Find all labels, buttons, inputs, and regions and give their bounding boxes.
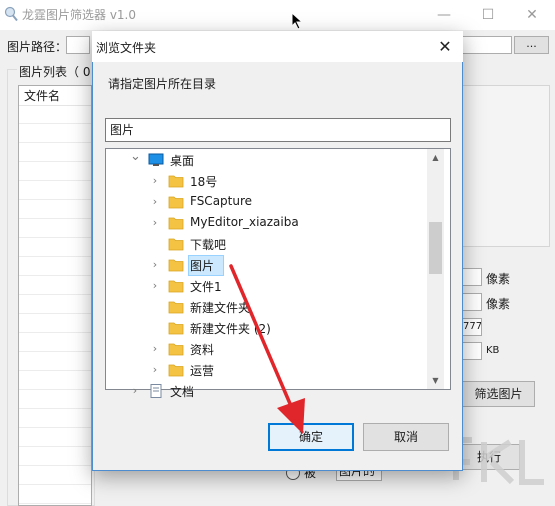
dialog-instruction: 请指定图片所在目录: [108, 77, 217, 91]
tree-item-label: 文件1: [190, 280, 222, 294]
width-input[interactable]: [462, 268, 482, 286]
folder-icon: [168, 259, 184, 272]
desktop-icon: [148, 153, 164, 166]
tree-item[interactable]: › 18号: [106, 171, 426, 192]
chevron-right-icon[interactable]: ›: [150, 174, 160, 188]
close-button[interactable]: ✕: [510, 0, 554, 30]
height-input[interactable]: [462, 293, 482, 311]
cancel-button[interactable]: 取消: [363, 423, 449, 451]
tree-item-label: 图片: [190, 259, 215, 273]
red-arrow-annotation-icon: [229, 264, 305, 434]
scroll-up-icon[interactable]: ▲: [427, 149, 444, 166]
tree-item-label: 运营: [190, 364, 215, 378]
folder-icon: [168, 217, 184, 230]
folder-name-field[interactable]: 图片: [105, 118, 451, 142]
path-input[interactable]: [66, 36, 90, 54]
folder-icon: [168, 175, 184, 188]
tree-item-label: 文档: [170, 385, 195, 399]
path-input-visible-part[interactable]: [460, 36, 512, 54]
folder-icon: [168, 280, 184, 293]
scroll-down-icon[interactable]: ▼: [427, 372, 444, 389]
filter-images-button[interactable]: 筛选图片: [462, 381, 535, 407]
browse-button[interactable]: ...: [514, 36, 549, 54]
chevron-right-icon[interactable]: ›: [150, 216, 160, 230]
chevron-right-icon[interactable]: ›: [150, 279, 160, 293]
chevron-down-icon[interactable]: ⌄: [130, 150, 141, 164]
minimize-button[interactable]: —: [422, 0, 466, 30]
image-preview: [462, 85, 550, 247]
document-icon: [150, 384, 162, 398]
path-label: 图片路径：: [7, 40, 68, 54]
folder-icon: [168, 196, 184, 209]
folder-icon: [168, 364, 184, 377]
image-list-label: 图片列表（ 0: [17, 63, 93, 80]
tree-item-label: FSCapture: [190, 194, 253, 208]
maximize-button[interactable]: ☐: [466, 0, 510, 30]
tree-item-label: 下载吧: [190, 238, 227, 252]
scrollbar-thumb[interactable]: [429, 222, 442, 274]
app-title: 龙霆图片筛选器 v1.0: [22, 8, 137, 22]
folder-icon: [168, 343, 184, 356]
px-label-width: 像素: [486, 272, 511, 286]
tree-item-label: 桌面: [170, 154, 195, 168]
folder-icon: [168, 238, 184, 251]
tree-item-label: MyEditor_xiazaiba: [190, 215, 299, 229]
size-input[interactable]: [462, 342, 482, 360]
magnifier-app-icon: [4, 6, 18, 22]
folder-icon: [168, 322, 184, 335]
chevron-right-icon[interactable]: ›: [150, 258, 160, 272]
tree-item-label: 18号: [190, 175, 218, 189]
tree-item[interactable]: › FSCapture: [106, 192, 426, 213]
px-label-height: 像素: [486, 297, 511, 311]
dialog-close-button[interactable]: ✕: [428, 31, 462, 62]
tree-item[interactable]: ⌄ 桌面: [106, 150, 426, 171]
chevron-right-icon[interactable]: ›: [150, 342, 160, 356]
tree-item[interactable]: › MyEditor_xiazaiba: [106, 213, 426, 234]
chevron-right-icon[interactable]: ›: [150, 363, 160, 377]
chevron-right-icon[interactable]: ›: [130, 384, 140, 398]
image-list[interactable]: [18, 85, 92, 506]
mouse-cursor-icon: [291, 12, 303, 30]
tree-item[interactable]: 下载吧: [106, 234, 426, 255]
color-input[interactable]: 777: [462, 318, 482, 336]
tree-item-label: 资料: [190, 343, 215, 357]
dialog-title: 浏览文件夹: [96, 41, 157, 55]
kb-label: KB: [486, 345, 500, 356]
folder-icon: [168, 301, 184, 314]
column-header-filename[interactable]: 文件名: [19, 86, 91, 106]
chevron-right-icon[interactable]: ›: [150, 195, 160, 209]
